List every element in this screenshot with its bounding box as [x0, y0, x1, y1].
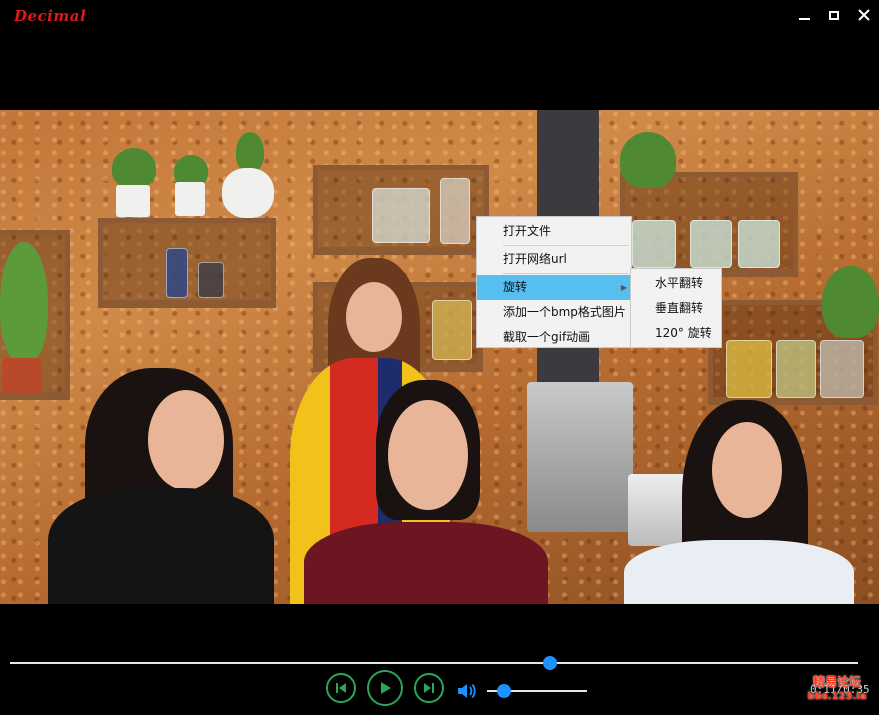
rotate-submenu: 水平翻转 垂直翻转 120° 旋转: [630, 268, 722, 348]
watermark-url: bbs.125.la: [807, 691, 867, 702]
volume-handle[interactable]: [497, 684, 511, 698]
play-button[interactable]: [367, 670, 403, 706]
maximize-icon[interactable]: [825, 6, 843, 24]
skip-next-icon: [424, 683, 434, 693]
next-button[interactable]: [414, 673, 444, 703]
submenu-item-flip-vertical[interactable]: 垂直翻转: [631, 296, 721, 321]
submenu-item-rotate-120[interactable]: 120° 旋转: [631, 321, 721, 346]
watermark-logo: 精易论坛: [812, 675, 861, 689]
skip-previous-icon: [336, 683, 346, 693]
play-icon: [381, 682, 391, 694]
context-menu: 打开文件 打开网络url 旋转 ▶ 添加一个bmp格式图片 截取一个gif动画: [476, 216, 632, 348]
volume-icon[interactable]: [456, 681, 478, 701]
submenu-item-flip-horizontal[interactable]: 水平翻转: [631, 271, 721, 296]
menu-item-rotate-label: 旋转: [503, 280, 528, 294]
menu-item-open-url[interactable]: 打开网络url: [477, 247, 631, 272]
submenu-arrow-icon: ▶: [620, 283, 627, 292]
minimize-icon[interactable]: [795, 6, 813, 24]
menu-item-capture-gif[interactable]: 截取一个gif动画: [477, 325, 631, 350]
progress-bar[interactable]: [10, 662, 858, 664]
app-logo: Decimal: [14, 7, 87, 25]
previous-button[interactable]: [326, 673, 356, 703]
menu-item-rotate[interactable]: 旋转 ▶: [477, 275, 631, 300]
title-bar: Decimal: [0, 0, 879, 34]
close-icon[interactable]: [855, 6, 873, 24]
menu-item-open-file[interactable]: 打开文件: [477, 219, 631, 244]
menu-item-add-bmp[interactable]: 添加一个bmp格式图片: [477, 300, 631, 325]
video-frame[interactable]: [0, 110, 879, 604]
progress-handle[interactable]: [543, 656, 558, 670]
